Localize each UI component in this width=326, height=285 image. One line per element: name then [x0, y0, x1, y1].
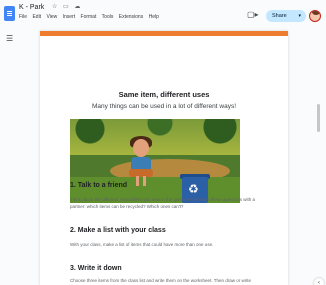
section-body-2: With your class, make a list of items th…: [70, 242, 214, 247]
document-page[interactable]: Same item, different uses Many things ca…: [40, 31, 288, 285]
share-label: Share: [272, 13, 287, 19]
menu-help[interactable]: Help: [149, 14, 159, 20]
menu-bar: File Edit View Insert Format Tools Exten…: [19, 14, 163, 20]
section-heading-3: 3. Write it down: [70, 265, 122, 272]
share-button[interactable]: Share ▾: [266, 10, 306, 22]
section-heading-2: 2. Make a list with your class: [70, 227, 166, 234]
avatar[interactable]: [309, 10, 321, 22]
docs-icon[interactable]: [4, 6, 15, 21]
title-actions-icons[interactable]: ☆ ▭ ☁: [52, 3, 82, 10]
menu-format[interactable]: Format: [81, 14, 97, 20]
outline-icon[interactable]: ☰: [6, 34, 13, 43]
menu-view[interactable]: View: [46, 14, 57, 20]
meet-icon[interactable]: ▢▸: [247, 10, 259, 19]
girl-head-shape: [133, 139, 149, 157]
header-accent-bar: [40, 31, 288, 36]
document-heading: Same item, different uses: [118, 90, 210, 99]
scrollbar[interactable]: [317, 104, 320, 132]
recycle-icon: ♻: [188, 182, 199, 196]
chevron-down-icon[interactable]: ▾: [298, 10, 301, 22]
chevron-left-icon[interactable]: ‹: [314, 278, 324, 285]
trees-shape: [70, 119, 240, 149]
menu-extensions[interactable]: Extensions: [119, 14, 143, 20]
section-body-1: Think about the different recyclables yo…: [70, 197, 256, 209]
top-toolbar: K - Park ☆ ▭ ☁ File Edit View Insert For…: [0, 0, 326, 28]
menu-file[interactable]: File: [19, 14, 27, 20]
section-body-3: Choose three items from the class list a…: [70, 278, 251, 283]
menu-tools[interactable]: Tools: [102, 14, 114, 20]
illustration-image: ♻: [70, 119, 240, 203]
section-heading-1: 1. Talk to a friend: [70, 182, 128, 189]
girl-legs-shape: [136, 176, 146, 186]
menu-edit[interactable]: Edit: [32, 14, 41, 20]
document-title[interactable]: K - Park: [19, 4, 44, 11]
document-subtitle: Many things can be used in a lot of diff…: [91, 103, 237, 110]
menu-insert[interactable]: Insert: [63, 14, 76, 20]
